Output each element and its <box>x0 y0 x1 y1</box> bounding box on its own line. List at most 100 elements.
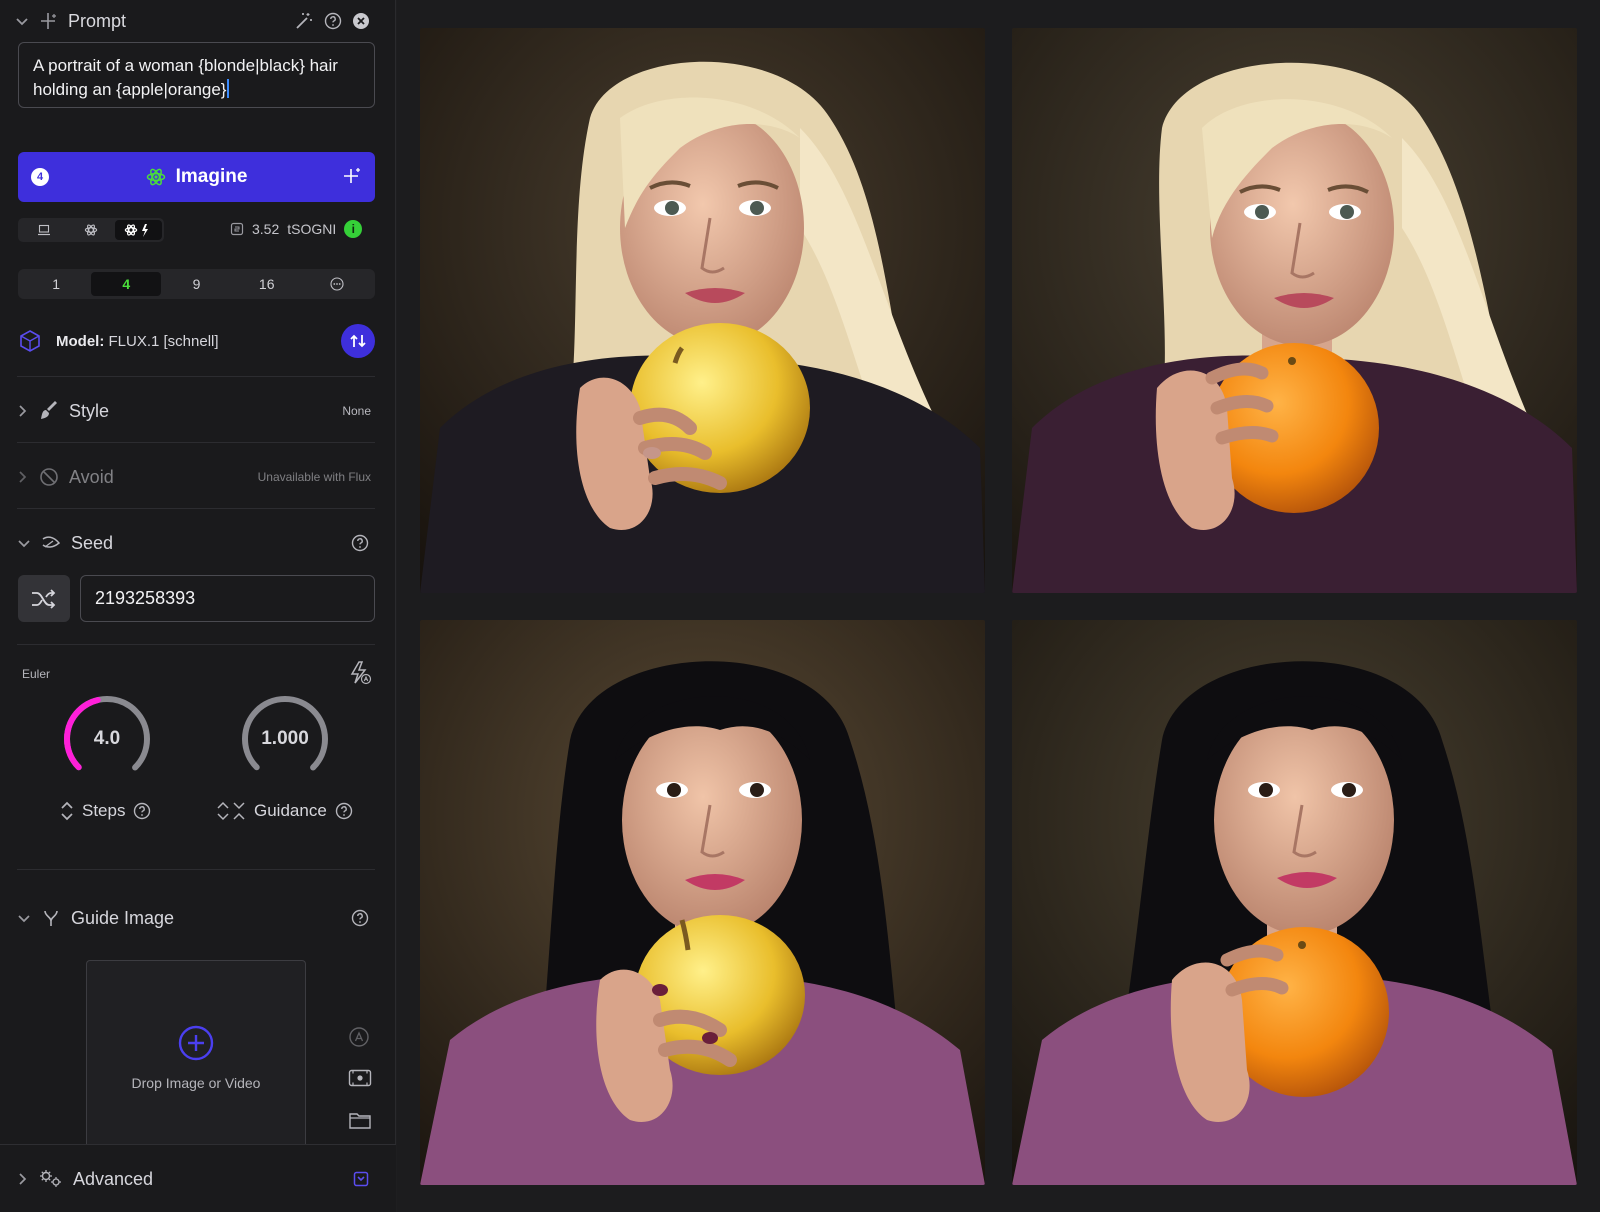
generated-image-3[interactable] <box>420 620 985 1185</box>
divider <box>17 869 375 870</box>
seed-label: Seed <box>71 532 114 553</box>
portrait-image <box>420 28 985 593</box>
magic-wand-icon[interactable] <box>294 11 314 31</box>
style-label: Style <box>69 400 110 421</box>
portrait-image <box>1012 28 1577 593</box>
generated-image-4[interactable] <box>1012 620 1577 1185</box>
chevron-right-icon <box>17 470 29 484</box>
guidance-label: Guidance <box>254 801 327 820</box>
branch-icon <box>41 908 61 928</box>
chevron-right-icon <box>17 404 29 418</box>
avoid-section-header: Avoid Unavailable with Flux <box>17 462 375 492</box>
generation-mode-toggle <box>18 218 164 242</box>
collapse-expand-icon[interactable] <box>216 800 246 822</box>
help-icon[interactable] <box>324 12 342 30</box>
seed-section-header[interactable]: Seed <box>17 528 375 558</box>
info-icon[interactable]: i <box>344 220 363 238</box>
avoid-value: Unavailable with Flux <box>257 470 371 484</box>
count-option-9[interactable]: 9 <box>161 272 231 296</box>
mode-local[interactable] <box>20 220 67 240</box>
help-icon[interactable] <box>351 909 369 927</box>
avoid-label: Avoid <box>69 466 114 487</box>
divider <box>17 442 375 443</box>
portrait-image <box>1012 620 1577 1185</box>
style-section-header[interactable]: Style None <box>17 396 375 426</box>
close-icon[interactable] <box>352 12 370 30</box>
sparkle-icon <box>40 12 58 30</box>
image-gallery <box>397 0 1600 1212</box>
atom-icon <box>84 223 98 237</box>
guide-image-drop-zone[interactable]: Drop Image or Video <box>86 960 306 1145</box>
guide-image-section-header[interactable]: Guide Image <box>17 903 375 933</box>
generated-image-2[interactable] <box>1012 28 1577 593</box>
steps-control: Steps <box>60 800 151 822</box>
mode-network[interactable] <box>67 220 114 240</box>
model-label-text: Model: FLUX.1 [schnell] <box>56 333 219 350</box>
chevron-up-down-icon[interactable] <box>60 800 74 822</box>
imagine-button[interactable]: 4 Imagine <box>18 152 375 202</box>
cost-unit: tSOGNI <box>287 221 337 237</box>
count-option-16[interactable]: 16 <box>232 272 302 296</box>
prompt-input[interactable]: A portrait of a woman {blonde|black} hai… <box>18 42 375 108</box>
atom-bolt-icon <box>124 223 152 237</box>
plus-circle-icon <box>178 1025 214 1061</box>
token-icon <box>230 222 244 236</box>
guide-image-label: Guide Image <box>71 907 175 928</box>
help-icon[interactable] <box>335 802 353 820</box>
auto-icon <box>348 1026 370 1048</box>
guidance-dial[interactable]: 1.000 <box>238 692 332 786</box>
prohibited-icon <box>39 467 59 487</box>
help-icon[interactable] <box>351 534 369 552</box>
text-caret <box>227 79 230 98</box>
imagine-label: Imagine <box>175 166 248 187</box>
chevron-down-icon[interactable] <box>14 13 30 29</box>
advanced-section-bar: Advanced <box>0 1144 396 1212</box>
divider <box>17 376 375 377</box>
chevron-right-icon <box>17 1172 29 1186</box>
scheduler-bolt-icon[interactable] <box>348 661 372 685</box>
model-name: FLUX.1 [schnell] <box>108 332 219 350</box>
sidebar: Prompt A portrait of a woman {blonde|bla… <box>0 0 396 1212</box>
drop-text: Drop Image or Video <box>131 1075 261 1091</box>
guidance-control: Guidance <box>216 800 353 822</box>
sampler-name[interactable]: Euler <box>22 667 50 681</box>
expand-square-icon[interactable] <box>353 1171 369 1187</box>
style-value: None <box>342 404 371 418</box>
atom-icon <box>146 167 166 187</box>
steps-dial[interactable]: 4.0 <box>60 692 154 786</box>
prompt-text: A portrait of a woman {blonde|black} hai… <box>33 56 338 99</box>
cube-icon <box>18 329 42 353</box>
swap-model-button[interactable] <box>341 324 375 358</box>
gears-icon <box>39 1169 63 1189</box>
folder-icon[interactable] <box>348 1110 372 1130</box>
mode-network-fast[interactable] <box>114 220 162 240</box>
divider <box>17 644 375 645</box>
cost-value: 3.52 <box>252 221 280 237</box>
image-count-selector: 1 4 9 16 <box>18 269 375 299</box>
count-option-more[interactable] <box>302 272 372 296</box>
advanced-label: Advanced <box>73 1168 154 1189</box>
steps-value: 4.0 <box>93 728 121 749</box>
generated-image-1[interactable] <box>420 28 985 593</box>
count-option-1[interactable]: 1 <box>21 272 91 296</box>
count-option-4[interactable]: 4 <box>91 272 162 296</box>
seed-input[interactable]: 2193258393 <box>80 575 375 622</box>
sparkle-icon <box>343 166 363 186</box>
shuffle-icon <box>31 588 57 610</box>
seed-icon <box>41 533 61 553</box>
camera-icon[interactable] <box>348 1068 372 1088</box>
swap-icon <box>349 332 367 350</box>
prompt-title: Prompt <box>68 10 127 31</box>
guidance-value: 1.000 <box>261 728 309 749</box>
brush-icon <box>39 401 59 421</box>
help-icon[interactable] <box>133 802 151 820</box>
prompt-header: Prompt <box>14 8 374 34</box>
laptop-icon <box>37 224 51 236</box>
steps-label: Steps <box>82 801 126 820</box>
model-label: Model: <box>56 332 105 350</box>
advanced-section-header[interactable]: Advanced <box>17 1164 375 1194</box>
portrait-image <box>420 620 985 1185</box>
model-selector[interactable]: Model: FLUX.1 [schnell] <box>18 324 375 358</box>
chevron-down-icon <box>17 911 31 925</box>
randomize-seed-button[interactable] <box>18 575 70 622</box>
